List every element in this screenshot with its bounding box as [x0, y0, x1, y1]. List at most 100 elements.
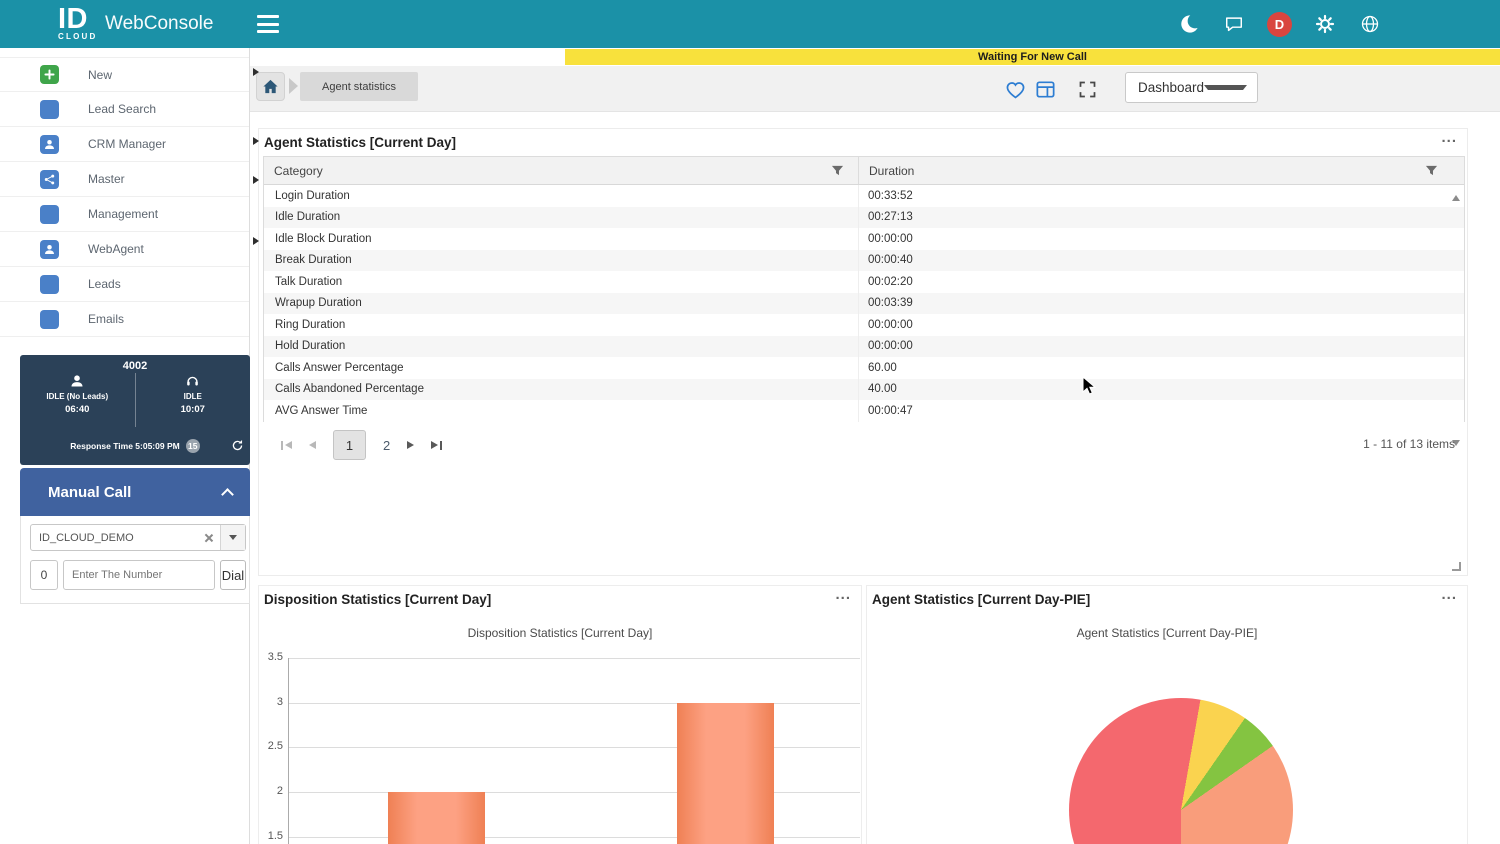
splitter-handle[interactable]	[253, 176, 259, 184]
sidebar-item-label: Management	[88, 207, 158, 221]
heart-icon[interactable]	[1002, 76, 1028, 102]
lead-search-icon	[40, 100, 59, 119]
layout-card-icon[interactable]	[1032, 76, 1058, 102]
filter-icon[interactable]	[1425, 164, 1438, 180]
agent-statistics-pie-widget: Agent Statistics [Current Day-PIE] ... A…	[866, 585, 1468, 844]
table-row[interactable]: Calls Answer Percentage60.00	[264, 357, 1464, 379]
table-header: Category Duration	[264, 157, 1464, 185]
table-row[interactable]: AVG Answer Time00:00:47	[264, 400, 1464, 422]
sidebar-item-master[interactable]: Master	[0, 162, 249, 197]
agent-status-panel: 4002 IDLE (No Leads) 06:40 IDLE 10:07 Re…	[20, 355, 250, 465]
first-page-button[interactable]	[281, 441, 292, 450]
campaign-dropdown-button[interactable]	[220, 525, 245, 550]
sidebar-item-label: New	[88, 68, 112, 82]
gridline	[289, 837, 860, 838]
dark-mode-moon-icon[interactable]	[1177, 12, 1201, 36]
widget-title: Disposition Statistics [Current Day]	[264, 592, 491, 607]
widget-menu-button[interactable]: ...	[1441, 129, 1457, 146]
avatar-initial: D	[1275, 17, 1284, 32]
widget-menu-button[interactable]: ...	[835, 586, 851, 603]
sidebar-item-lead-search[interactable]: Lead Search	[0, 92, 249, 127]
manual-call-body: Dial	[20, 516, 250, 604]
gridline	[289, 792, 860, 793]
chevron-down-icon	[229, 535, 237, 540]
table-row[interactable]: Idle Block Duration00:00:00	[264, 228, 1464, 250]
prefix-field[interactable]	[30, 560, 58, 590]
dashboard-view-value: Dashboard	[1138, 80, 1204, 95]
cell-duration: 60.00	[859, 357, 1464, 379]
menu-icon[interactable]	[257, 15, 279, 33]
last-page-button[interactable]	[431, 441, 442, 450]
page-button-1[interactable]: 1	[333, 430, 366, 460]
manual-call-header[interactable]: Manual Call	[20, 468, 250, 516]
breadcrumb-bar: Agent statistics Dashboard	[250, 66, 1500, 112]
sidebar: New Lead Search CRM Manager Master Manag…	[0, 48, 250, 844]
agent-status-columns: IDLE (No Leads) 06:40 IDLE 10:07	[20, 373, 250, 427]
resize-handle[interactable]	[1452, 562, 1461, 571]
sidebar-item-label: Master	[88, 172, 125, 186]
y-tick-label: 3.5	[259, 651, 283, 663]
cell-duration: 00:00:00	[859, 336, 1464, 358]
sidebar-item-new[interactable]: New	[0, 57, 249, 92]
fullscreen-icon[interactable]	[1074, 76, 1100, 102]
agent-state-text: IDLE (No Leads)	[46, 392, 108, 401]
dial-button[interactable]: Dial	[220, 560, 246, 590]
app-logo: ID CLOUD WebConsole	[58, 5, 97, 41]
pagination: 1 2	[281, 429, 442, 461]
user-avatar[interactable]: D	[1267, 12, 1292, 37]
cell-category: Login Duration	[264, 185, 859, 207]
sidebar-item-management[interactable]: Management	[0, 197, 249, 232]
dashboard-view-select[interactable]: Dashboard	[1125, 72, 1258, 103]
call-status-banner: Waiting For New Call	[565, 49, 1500, 65]
cell-duration: 00:33:52	[859, 185, 1464, 207]
breadcrumb-separator-icon	[289, 78, 298, 94]
clear-icon[interactable]	[202, 531, 216, 545]
table-row[interactable]: Idle Duration00:27:13	[264, 207, 1464, 229]
phone-number-field[interactable]	[63, 560, 215, 590]
splitter-handle[interactable]	[253, 237, 259, 245]
y-tick-label: 3	[259, 696, 283, 708]
table-row[interactable]: Calls Abandoned Percentage40.00	[264, 379, 1464, 401]
table-row[interactable]: Wrapup Duration00:03:39	[264, 293, 1464, 315]
sidebar-item-leads[interactable]: Leads	[0, 267, 249, 302]
table-row[interactable]: Login Duration00:33:52	[264, 185, 1464, 207]
table-row[interactable]: Hold Duration00:00:00	[264, 336, 1464, 358]
sidebar-item-label: WebAgent	[88, 242, 144, 256]
next-page-button[interactable]	[407, 441, 414, 449]
cell-duration: 00:02:20	[859, 271, 1464, 293]
widget-title: Agent Statistics [Current Day-PIE]	[872, 592, 1090, 607]
previous-page-button[interactable]	[309, 441, 316, 449]
cell-duration: 00:00:00	[859, 228, 1464, 250]
bar-series-item	[677, 703, 774, 844]
scroll-up-icon[interactable]	[1452, 195, 1460, 201]
breadcrumb-tab-agent-statistics[interactable]: Agent statistics	[300, 72, 418, 101]
sidebar-item-crm-manager[interactable]: CRM Manager	[0, 127, 249, 162]
chevron-up-icon	[221, 488, 234, 501]
widget-menu-button[interactable]: ...	[1441, 586, 1457, 603]
widget-title: Agent Statistics [Current Day]	[264, 135, 456, 150]
management-icon	[40, 205, 59, 224]
page-button-2[interactable]: 2	[383, 438, 390, 453]
cell-category: Idle Duration	[264, 207, 859, 229]
table-row[interactable]: Ring Duration00:00:00	[264, 314, 1464, 336]
chat-icon[interactable]	[1222, 12, 1246, 36]
home-icon	[262, 78, 279, 95]
sidebar-item-emails[interactable]: Emails	[0, 302, 249, 337]
filter-icon[interactable]	[831, 164, 844, 180]
plus-icon	[40, 65, 59, 84]
column-header-duration: Duration	[859, 157, 1464, 184]
campaign-input[interactable]	[31, 532, 202, 544]
home-button[interactable]	[256, 72, 285, 101]
splitter-handle[interactable]	[253, 68, 259, 76]
splitter-handle[interactable]	[253, 137, 259, 145]
emails-icon	[40, 310, 59, 329]
gridline	[289, 747, 860, 748]
globe-icon[interactable]	[1358, 12, 1382, 36]
refresh-icon[interactable]	[231, 439, 244, 455]
table-row[interactable]: Break Duration00:00:40	[264, 250, 1464, 272]
top-bar: ID CLOUD WebConsole D	[0, 0, 1500, 48]
sidebar-item-webagent[interactable]: WebAgent	[0, 232, 249, 267]
table-row[interactable]: Talk Duration00:02:20	[264, 271, 1464, 293]
settings-gear-icon[interactable]	[1313, 12, 1337, 36]
extension-number: 4002	[20, 355, 250, 372]
